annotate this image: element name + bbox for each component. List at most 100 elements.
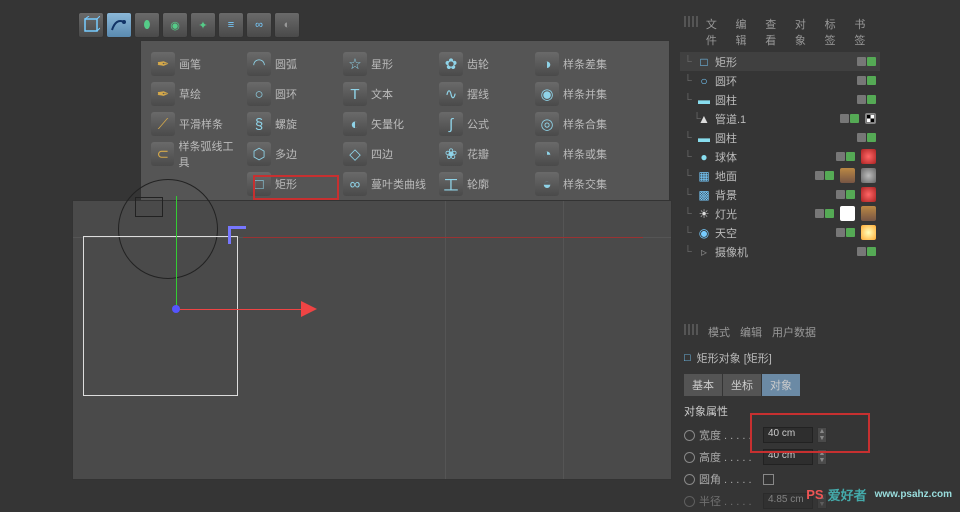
height-radio[interactable] xyxy=(684,452,695,463)
spline-or[interactable]: ◔样条或集 xyxy=(533,139,629,169)
round-radio[interactable] xyxy=(684,474,695,485)
cube-tool-button[interactable] xyxy=(78,12,104,38)
spline-and-label: 样条合集 xyxy=(563,116,607,132)
object-row-light[interactable]: └☀灯光 xyxy=(680,204,880,223)
spline-smooth[interactable]: ⟋平滑样条 xyxy=(149,109,245,139)
x-axis-gizmo[interactable] xyxy=(176,309,306,310)
spline-arctool-icon: ⊂ xyxy=(151,142,174,166)
spline-star[interactable]: ☆星形 xyxy=(341,49,437,79)
tab-coord[interactable]: 坐标 xyxy=(723,374,761,396)
origin-handle[interactable] xyxy=(172,305,180,313)
spline-circle[interactable]: ○圆环 xyxy=(245,79,341,109)
spline-cycloid[interactable]: ∿摆线 xyxy=(437,79,533,109)
obj-hdr-obj[interactable]: 对象 xyxy=(795,16,817,48)
spline-formula[interactable]: ∫公式 xyxy=(437,109,533,139)
spline-helix[interactable]: §螺旋 xyxy=(245,109,341,139)
spline-arc[interactable]: ◠圆弧 xyxy=(245,49,341,79)
object-row-sphere[interactable]: └●球体 xyxy=(680,147,880,166)
spline-circle-icon: ○ xyxy=(247,82,271,106)
y-axis-gizmo[interactable] xyxy=(176,196,177,311)
object-row-circ[interactable]: └○圆环 xyxy=(680,71,880,90)
x-axis-arrow[interactable] xyxy=(301,301,317,317)
spline-circle-label: 圆环 xyxy=(275,86,297,102)
spline-profile[interactable]: 工轮廓 xyxy=(437,169,533,199)
spline-union[interactable]: ◉样条并集 xyxy=(533,79,629,109)
spline-mask-icon: ◑ xyxy=(535,52,559,76)
attr-hdr-userdata[interactable]: 用户数据 xyxy=(772,324,816,340)
tool-button-5[interactable]: ✦ xyxy=(190,12,216,38)
spline-sketch-icon: ✒ xyxy=(151,82,175,106)
attr-hdr-mode[interactable]: 模式 xyxy=(708,324,730,340)
round-checkbox[interactable] xyxy=(763,474,774,485)
corner-handle[interactable] xyxy=(228,226,246,244)
obj-hdr-tag[interactable]: 标签 xyxy=(825,16,847,48)
spline-flower-icon: ❀ xyxy=(439,142,463,166)
spline-nside[interactable]: ⬡多边 xyxy=(245,139,341,169)
spline-arctool[interactable]: ⊂样条弧线工具 xyxy=(149,139,245,169)
sky-tag-sun[interactable] xyxy=(861,225,876,240)
spline-formula-icon: ∫ xyxy=(439,112,463,136)
spline-gear-icon: ✿ xyxy=(439,52,463,76)
spline-text[interactable]: T文本 xyxy=(341,79,437,109)
width-radio[interactable] xyxy=(684,430,695,441)
spline-freehand[interactable]: ✒画笔 xyxy=(149,49,245,79)
spline-and[interactable]: ◎样条合集 xyxy=(533,109,629,139)
spline-text-label: 文本 xyxy=(371,86,393,102)
obj-hdr-edit[interactable]: 编辑 xyxy=(736,16,758,48)
floor-tag-gry[interactable] xyxy=(861,168,876,183)
object-list: └□矩形└○圆环└▬圆柱 └▲管道.1└▬圆柱└●球体└▦地面└▩背景└☀灯光└… xyxy=(680,52,880,261)
object-row-cam[interactable]: └▹摄像机 xyxy=(680,242,880,261)
light-tag-film[interactable] xyxy=(861,206,876,221)
object-row-bg[interactable]: └▩背景 xyxy=(680,185,880,204)
spline-cycloid-label: 摆线 xyxy=(467,86,489,102)
tool-button-7[interactable]: ∞ xyxy=(246,12,272,38)
sphere-tag-red[interactable] xyxy=(861,149,876,164)
spline-intersect[interactable]: ◒样条交集 xyxy=(533,169,629,199)
obj-hdr-view[interactable]: 查看 xyxy=(765,16,787,48)
rectangle-highlight xyxy=(253,175,339,200)
sphere-label: 球体 xyxy=(715,149,832,165)
spline-vectorize[interactable]: ◐矢量化 xyxy=(341,109,437,139)
spline-sketch[interactable]: ✒草绘 xyxy=(149,79,245,109)
floor-tag-film[interactable] xyxy=(840,168,855,183)
spline-freehand-icon: ✒ xyxy=(151,52,175,76)
spline-helix-label: 螺旋 xyxy=(275,116,297,132)
spline-smooth-icon: ⟋ xyxy=(151,112,175,136)
spline-gear[interactable]: ✿齿轮 xyxy=(437,49,533,79)
tab-basic[interactable]: 基本 xyxy=(684,374,722,396)
object-row-sky[interactable]: └◉天空 xyxy=(680,223,880,242)
object-row-floor[interactable]: └▦地面 xyxy=(680,166,880,185)
object-row-tube[interactable]: └▲管道.1 xyxy=(680,109,880,128)
spline-cissoid[interactable]: ∞蔓叶类曲线 xyxy=(341,169,437,199)
spline-4side[interactable]: ◇四边 xyxy=(341,139,437,169)
watermark: PS 爱好者 www.psahz.com xyxy=(806,485,952,504)
obj-hdr-bookmark[interactable]: 书签 xyxy=(854,16,876,48)
spline-arc-icon: ◠ xyxy=(247,52,271,76)
light-tag-wht[interactable] xyxy=(840,206,855,221)
bg-tag-red[interactable] xyxy=(861,187,876,202)
sky-label: 天空 xyxy=(715,225,832,241)
spline-intersect-label: 样条交集 xyxy=(563,176,607,192)
viewport-small-rect xyxy=(135,197,163,217)
spline-intersect-icon: ◒ xyxy=(535,172,559,196)
rect-icon: □ xyxy=(697,55,711,69)
object-row-cyl[interactable]: └▬圆柱 xyxy=(680,90,880,109)
object-row-rect[interactable]: └□矩形 xyxy=(680,52,880,71)
tool-button-3[interactable]: ⬮ xyxy=(134,12,160,38)
tool-button-4[interactable]: ◉ xyxy=(162,12,188,38)
spline-tool-button[interactable] xyxy=(106,12,132,38)
spline-flower[interactable]: ❀花瓣 xyxy=(437,139,533,169)
viewport[interactable] xyxy=(72,200,672,480)
obj-hdr-file[interactable]: 文件 xyxy=(706,16,728,48)
spline-mask[interactable]: ◑样条差集 xyxy=(533,49,629,79)
tube-tag-chk[interactable] xyxy=(865,113,876,124)
tool-button-8[interactable]: ◐ xyxy=(274,12,300,38)
attr-hdr-edit[interactable]: 编辑 xyxy=(740,324,762,340)
sphere-icon: ● xyxy=(697,150,711,164)
object-row-cyl2[interactable]: └▬圆柱 xyxy=(680,128,880,147)
cyl2-label: 圆柱 xyxy=(715,130,853,146)
tab-object[interactable]: 对象 xyxy=(762,374,800,396)
spline-sketch-label: 草绘 xyxy=(179,86,201,102)
tool-button-6[interactable]: ≡ xyxy=(218,12,244,38)
spline-4side-label: 四边 xyxy=(371,146,393,162)
